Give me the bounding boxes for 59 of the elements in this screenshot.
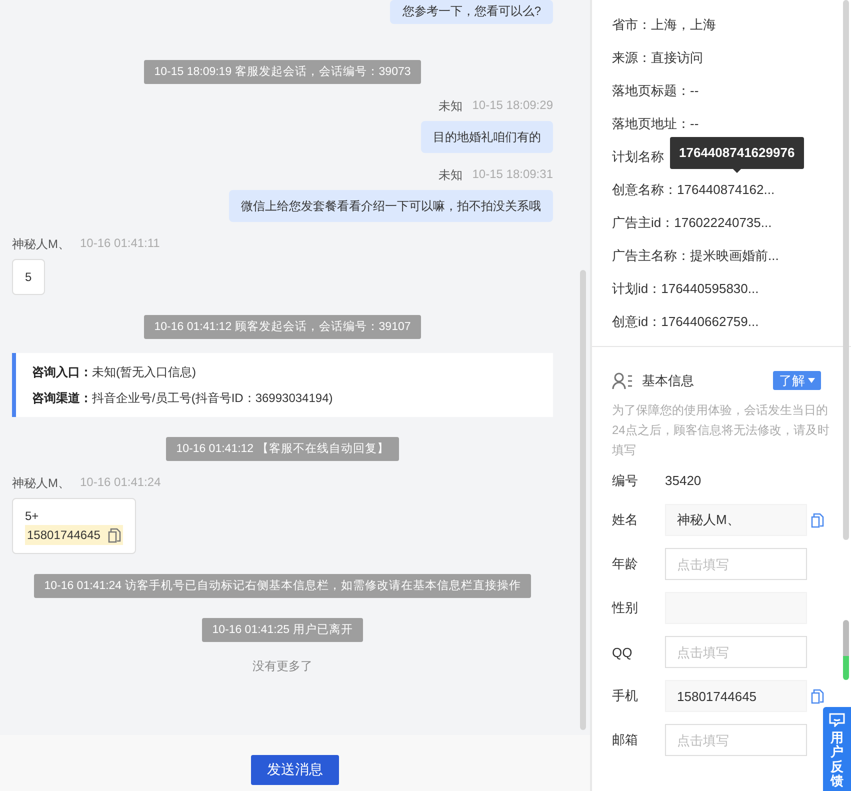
- value-field[interactable]: 神秘人M、: [665, 504, 807, 536]
- message-bubble: 您参考一下，您看可以么?: [390, 0, 553, 24]
- system-notice: 10-16 01:41:12 【客服不在线自动回复】: [166, 437, 399, 461]
- message-time: 10-16 01:41:24: [80, 475, 161, 491]
- field-label: 姓名: [612, 511, 639, 529]
- sender-name: 神秘人M、: [12, 236, 70, 253]
- id-value: 35420: [665, 472, 702, 490]
- source-line: 咨询渠道：抖音企业号/员工号(抖音号ID：36993034194): [32, 390, 334, 407]
- message-text: 5: [25, 269, 32, 286]
- input-field[interactable]: 点击填写: [665, 548, 807, 580]
- field-label: 编号: [612, 472, 639, 490]
- detail-line: 落地页地址：--: [612, 116, 699, 131]
- detail-line: 创意id：176440662759...: [612, 314, 759, 329]
- sender-name: 未知: [438, 98, 462, 115]
- system-notice: 10-15 18:09:19 客服发起会话，会话编号：39073: [144, 60, 421, 84]
- message-time: 10-15 18:09:31: [472, 167, 553, 183]
- detail-line: 广告主名称：提米映画婚前...: [612, 248, 779, 263]
- system-notice: 10-16 01:41:24 访客手机号已自动标记右侧基本信息栏，如需修改请在基本信息栏直接操作: [34, 574, 531, 598]
- detail-line: 计划名称: [612, 149, 664, 164]
- field-label: QQ: [612, 644, 634, 660]
- field-label: 年龄: [612, 555, 639, 573]
- message-time: 10-15 18:09:29: [472, 98, 553, 114]
- copy-icon[interactable]: [108, 528, 122, 542]
- caret-icon: [808, 378, 815, 383]
- learn-button[interactable]: 了解: [773, 371, 821, 390]
- notice-text: 为了保障您的使用体验，会话发生当日的24点之后，顾客信息将无法修改，请及时填写: [612, 402, 830, 459]
- input-field[interactable]: 点击填写: [665, 724, 807, 756]
- section-title: 基本信息: [642, 372, 695, 390]
- feedback-tab[interactable]: 用户反馈: [823, 707, 851, 791]
- copy-icon[interactable]: [811, 688, 824, 704]
- system-notice: 10-16 01:41:25 用户已离开: [202, 618, 363, 642]
- message-text: 5+: [25, 508, 39, 525]
- scrollbar[interactable]: [580, 270, 586, 730]
- detail-line: 省市：上海，上海: [612, 17, 716, 32]
- detail-line: 来源：直接访问: [612, 50, 703, 65]
- source-line: 咨询入口：未知(暂无入口信息): [32, 364, 197, 381]
- field-label: 邮箱: [612, 731, 639, 749]
- message-bubble: 目的地婚礼咱们有的: [421, 121, 553, 153]
- chat-icon: [829, 713, 845, 727]
- message-time: 10-16 01:41:11: [80, 236, 160, 252]
- detail-line: 创意名称：176440874162...: [612, 182, 775, 197]
- user-list-icon: [612, 372, 634, 390]
- end-note: 没有更多了: [252, 658, 312, 675]
- sender-name: 未知: [438, 167, 462, 184]
- detail-line: 落地页标题：--: [612, 83, 699, 98]
- field-label: 性别: [612, 599, 639, 617]
- system-notice: 10-16 01:41:12 顾客发起会话，会话编号：39107: [144, 315, 421, 339]
- status-meter: [843, 620, 849, 680]
- value-field[interactable]: 15801744645: [665, 680, 807, 712]
- sender-name: 神秘人M、: [12, 475, 70, 492]
- scrollbar[interactable]: [843, 0, 849, 540]
- input-field[interactable]: 点击填写: [665, 636, 807, 668]
- detail-line: 计划id：176440595830...: [612, 281, 759, 296]
- message-bubble: 微信上给您发套餐看看介绍一下可以嘛，拍不拍没关系哦: [229, 190, 553, 222]
- send-button[interactable]: 发送消息: [251, 755, 339, 785]
- detail-line: 广告主id：176022240735...: [612, 215, 772, 230]
- copy-icon[interactable]: [811, 512, 824, 528]
- phone-number: 15801744645: [27, 527, 100, 544]
- field-label: 手机: [612, 687, 639, 705]
